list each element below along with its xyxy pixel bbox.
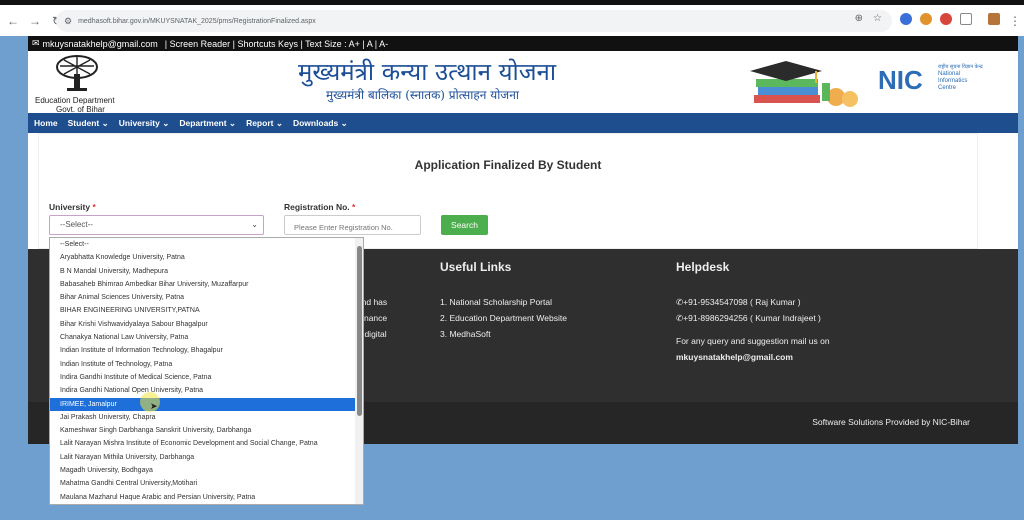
- back-icon[interactable]: ←: [4, 12, 22, 30]
- nav-department[interactable]: Department ⌄: [179, 118, 236, 129]
- nav-home[interactable]: Home: [34, 118, 58, 128]
- dropdown-option[interactable]: BIHAR ENGINEERING UNIVERSITY,PATNA: [50, 304, 356, 317]
- registration-label-text: Registration No.: [284, 202, 350, 212]
- dropdown-option[interactable]: Indira Gandhi Institute of Medical Scien…: [50, 371, 356, 384]
- dropdown-option[interactable]: Mahatma Gandhi Central University,Motiha…: [50, 477, 356, 490]
- kebab-menu-icon[interactable]: ⋮: [1006, 12, 1024, 30]
- nic-line1: National: [938, 71, 961, 77]
- accessibility-links[interactable]: | Screen Reader | Shortcuts Keys | Text …: [165, 39, 388, 49]
- helpdesk-heading: Helpdesk: [676, 260, 730, 274]
- dropdown-option[interactable]: Indian Institute of Information Technolo…: [50, 344, 356, 357]
- mouse-pointer-icon: ➤: [150, 401, 158, 411]
- university-select[interactable]: --Select-- ⌄: [49, 215, 264, 235]
- dropdown-option[interactable]: Aryabhatta Knowledge University, Patna: [50, 251, 356, 264]
- dropdown-option[interactable]: Babasaheb Bhimrao Ambedkar Bihar Univers…: [50, 278, 356, 291]
- required-mark: *: [352, 202, 356, 212]
- dropdown-option[interactable]: Bihar Krishi Vishwavidyalaya Sabour Bhag…: [50, 318, 356, 331]
- link-medhasoft[interactable]: 3. MedhaSoft: [440, 329, 491, 339]
- dropdown-option[interactable]: Lalit Narayan Mishra Institute of Econom…: [50, 437, 356, 450]
- bodhi-tree-emblem-icon: [56, 55, 98, 91]
- extensions-puzzle-icon[interactable]: [960, 13, 972, 25]
- dropdown-option[interactable]: Indira Gandhi National Open University, …: [50, 384, 356, 397]
- dropdown-option[interactable]: Maulana Mazharul Haque Arabic and Persia…: [50, 491, 356, 504]
- top-email[interactable]: mkuysnatakhelp@gmail.com: [43, 39, 158, 49]
- dropdown-option[interactable]: B N Mandal University, Madhepura: [50, 265, 356, 278]
- university-dropdown-list[interactable]: --Select-- Aryabhatta Knowledge Universit…: [49, 237, 364, 505]
- browser-chrome: ← → ↻ ⚙ medhasoft.bihar.gov.in/MKUYSNATA…: [0, 0, 1024, 36]
- dropdown-option[interactable]: IRIMEE, Jamalpur: [50, 397, 356, 411]
- site-header: Education Department Govt. of Bihar मुख्…: [28, 51, 1018, 114]
- graduation-books-icon: [750, 61, 858, 107]
- url-text[interactable]: medhasoft.bihar.gov.in/MKUYSNATAK_2025/p…: [78, 18, 316, 25]
- browser-toolbar: ← → ↻ ⚙ medhasoft.bihar.gov.in/MKUYSNATA…: [0, 8, 1024, 34]
- useful-links-heading: Useful Links: [440, 260, 512, 274]
- extension-icon[interactable]: [920, 13, 932, 25]
- form-panel: Application Finalized By Student Univers…: [38, 133, 978, 249]
- address-bar[interactable]: ⚙ medhasoft.bihar.gov.in/MKUYSNATAK_2025…: [56, 10, 892, 32]
- profile-avatar[interactable]: [988, 13, 1000, 25]
- site-info-icon[interactable]: ⚙: [64, 16, 72, 27]
- zoom-icon[interactable]: ⊕: [855, 13, 863, 24]
- university-label: University *: [49, 202, 96, 212]
- department-name: Education Department: [35, 96, 115, 105]
- svg-text:NIC: NIC: [878, 65, 923, 95]
- university-select-value: --Select--: [60, 220, 93, 229]
- helpdesk-email[interactable]: mkuysnatakhelp@gmail.com: [676, 352, 793, 362]
- scheme-subtitle: मुख्यमंत्री बालिका (स्नातक) प्रोत्साहन य…: [326, 88, 519, 102]
- nav-report[interactable]: Report ⌄: [246, 118, 283, 129]
- phone1-text: +91-9534547098 ( Raj Kumar ): [683, 297, 801, 307]
- search-button[interactable]: Search: [441, 215, 488, 235]
- scheme-title: मुख्यमंत्री कन्या उत्थान योजना: [298, 58, 557, 86]
- dropdown-option[interactable]: Indian Institute of Technology, Patna: [50, 358, 356, 371]
- link-scholarship-portal[interactable]: 1. National Scholarship Portal: [440, 297, 552, 307]
- form-section: Application Finalized By Student Univers…: [28, 133, 1018, 249]
- dropdown-option[interactable]: Bihar Animal Sciences University, Patna: [50, 291, 356, 304]
- nav-student[interactable]: Student ⌄: [68, 118, 109, 129]
- department-govt: Govt. of Bihar: [56, 105, 105, 114]
- registration-input[interactable]: [284, 215, 421, 235]
- form-title: Application Finalized By Student: [414, 158, 602, 172]
- dropdown-option[interactable]: Chanakya National Law University, Patna: [50, 331, 356, 344]
- helpdesk-phone1: ✆+91-9534547098 ( Raj Kumar ): [676, 297, 801, 308]
- chevron-down-icon: ⌄: [251, 220, 258, 229]
- phone2-text: +91-8986294256 ( Kumar Indrajeet ): [683, 313, 821, 323]
- extension-icon[interactable]: [900, 13, 912, 25]
- dropdown-scrollbar[interactable]: [355, 238, 363, 504]
- nav-downloads[interactable]: Downloads ⌄: [293, 118, 348, 129]
- star-icon[interactable]: ☆: [873, 13, 882, 24]
- dropdown-option[interactable]: --Select--: [50, 238, 356, 251]
- extension-icon[interactable]: [940, 13, 952, 25]
- main-nav: Home Student ⌄ University ⌄ Department ⌄…: [28, 113, 1018, 133]
- helpdesk-phone2: ✆+91-8986294256 ( Kumar Indrajeet ): [676, 313, 821, 324]
- nic-line2: Informatics: [938, 78, 968, 84]
- nic-line3: Centre: [938, 85, 957, 91]
- nav-university[interactable]: University ⌄: [119, 118, 170, 129]
- mail-icon: ✉: [32, 38, 40, 48]
- dropdown-option[interactable]: Magadh University, Bodhgaya: [50, 464, 356, 477]
- window-strip: [0, 0, 1024, 5]
- dropdown-options: --Select-- Aryabhatta Knowledge Universit…: [50, 238, 363, 504]
- dropdown-option[interactable]: Lalit Narayan Mithila University, Darbha…: [50, 451, 356, 464]
- registration-label: Registration No. *: [284, 202, 355, 212]
- link-education-dept[interactable]: 2. Education Department Website: [440, 313, 567, 323]
- scrollbar-thumb[interactable]: [357, 246, 362, 416]
- query-text: For any query and suggestion mail us on: [676, 336, 830, 346]
- credit-text: Software Solutions Provided by NIC-Bihar: [812, 417, 970, 427]
- dropdown-option[interactable]: Jai Prakash University, Chapra: [50, 411, 356, 424]
- dropdown-option[interactable]: Kameshwar Singh Darbhanga Sanskrit Unive…: [50, 424, 356, 437]
- required-mark: *: [92, 202, 96, 212]
- top-info-bar: ✉ mkuysnatakhelp@gmail.com | Screen Read…: [28, 36, 1018, 51]
- university-label-text: University: [49, 202, 91, 212]
- forward-icon[interactable]: →: [26, 12, 44, 30]
- nic-hindi: राष्ट्रीय सूचना विज्ञान केन्द्र: [938, 64, 983, 70]
- nic-label: राष्ट्रीय सूचना विज्ञान केन्द्र National…: [938, 64, 983, 92]
